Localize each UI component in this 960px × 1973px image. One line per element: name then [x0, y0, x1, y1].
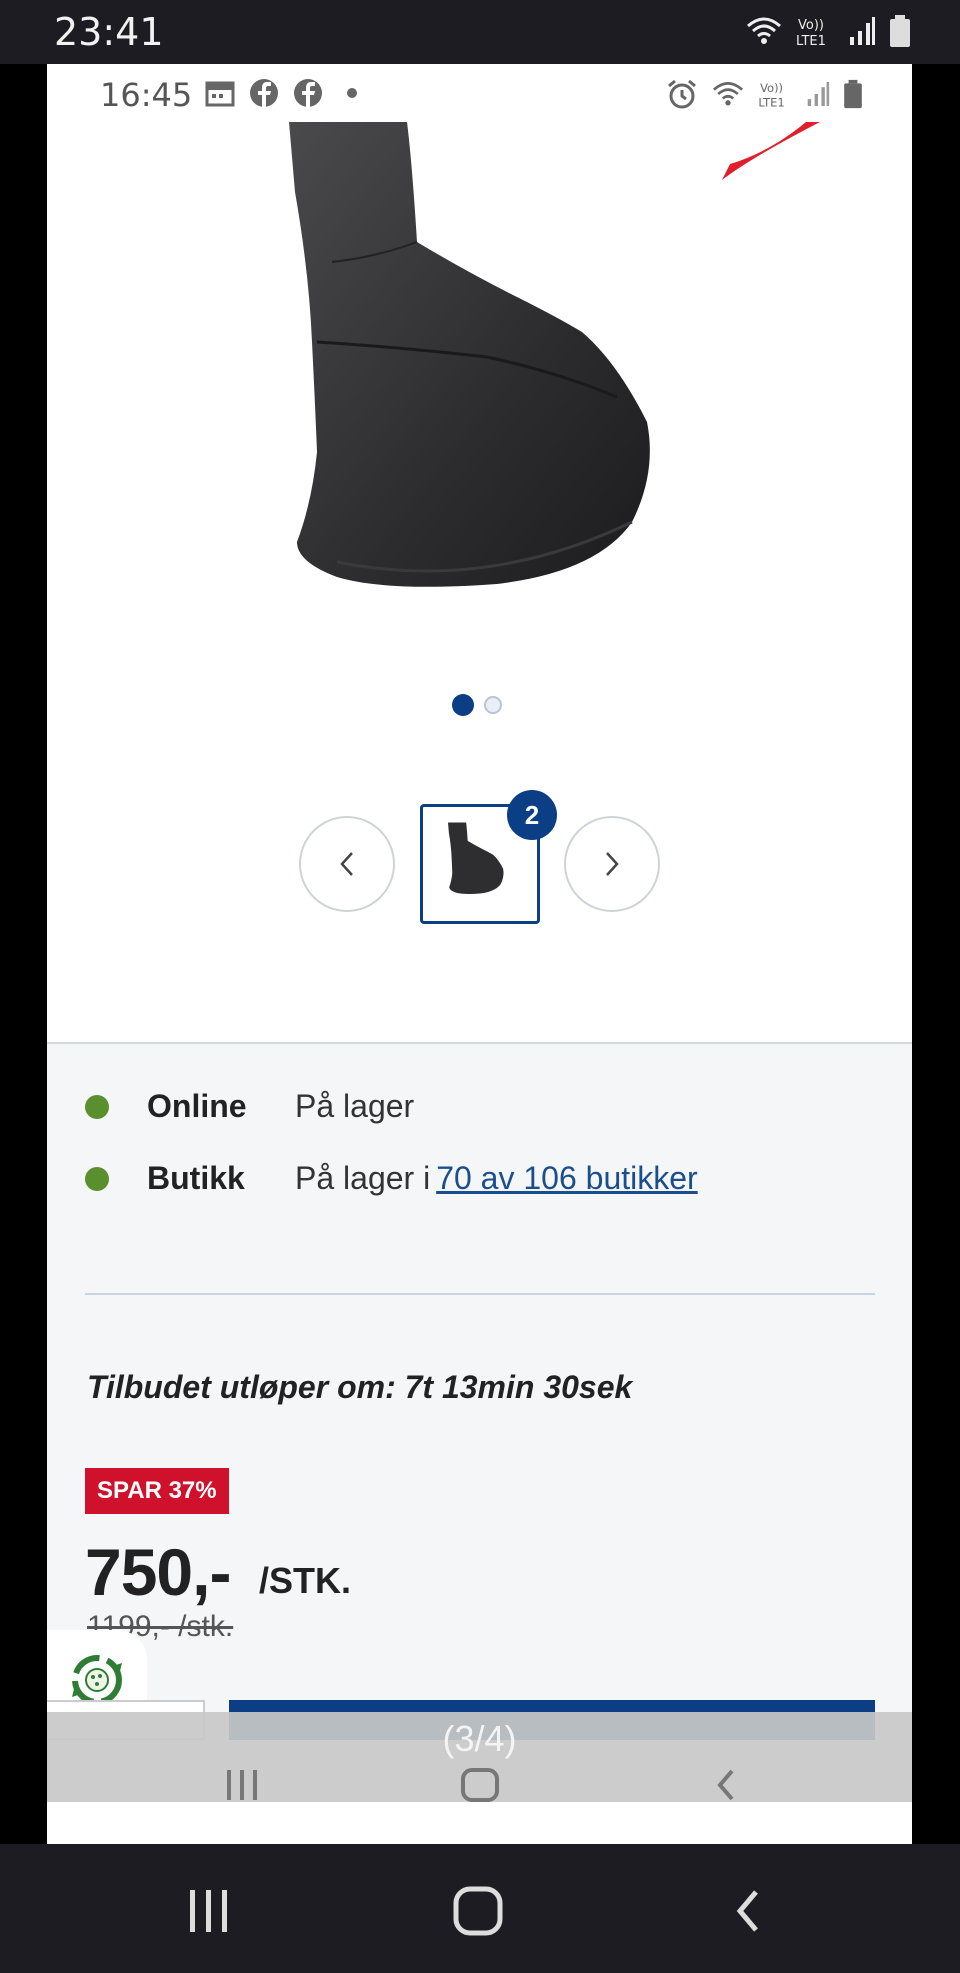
facebook-icon: [250, 79, 278, 107]
signal-icon: [807, 82, 830, 106]
home-icon[interactable]: [453, 1886, 503, 1936]
stock-label-store: Butikk: [147, 1160, 245, 1196]
offer-countdown: Tilbudet utløper om: 7t 13min 30sek: [87, 1369, 633, 1405]
svg-text:Vo)): Vo)): [760, 81, 783, 95]
calendar-icon: [205, 81, 235, 107]
inner-status-icons: Vo)) LTE1: [666, 78, 864, 110]
carousel-dots: [452, 694, 502, 716]
thumbnail-count-badge: 2: [507, 790, 557, 840]
stock-status-dot: [85, 1166, 109, 1191]
dot-icon: [347, 88, 357, 98]
current-price: 750,-: [85, 1535, 231, 1609]
inner-navigation-bar: [47, 1768, 912, 1802]
recents-icon[interactable]: [223, 1768, 263, 1802]
carousel-dot-2[interactable]: [484, 696, 502, 714]
outer-status-icons: Vo)) LTE1: [744, 14, 912, 48]
stock-status-online: På lager: [295, 1088, 415, 1124]
carousel-dot-1[interactable]: [452, 694, 474, 716]
outer-navigation-bar: [0, 1844, 960, 1973]
back-icon[interactable]: [730, 1888, 766, 1934]
svg-text:LTE1: LTE1: [758, 95, 784, 109]
info-divider: [85, 1293, 875, 1295]
volte-icon: Vo))LTE1: [796, 18, 826, 48]
screen-right-border: [912, 64, 960, 1844]
stock-row-online: Online På lager: [85, 1088, 414, 1125]
inner-status-bar: 16:45 Vo)) LTE1: [47, 64, 912, 122]
chevron-left-icon: [340, 852, 353, 876]
wifi-icon: [713, 82, 743, 106]
back-icon[interactable]: [712, 1768, 742, 1802]
chevron-right-icon: [606, 852, 619, 876]
svg-text:LTE1: LTE1: [796, 34, 826, 48]
product-info-panel: [47, 1042, 912, 1802]
inner-status-notifications: [205, 78, 367, 108]
stock-status-dot: [85, 1094, 109, 1119]
home-icon[interactable]: [460, 1768, 500, 1802]
volte-icon: Vo))LTE1: [758, 81, 784, 109]
inner-screenshot: 16:45 Vo)) LTE1 2 Online På lager Butikk…: [47, 64, 912, 1844]
image-viewer-overlay: (3/4): [47, 1712, 912, 1802]
screen-left-border: [0, 64, 47, 1844]
image-counter: (3/4): [442, 1718, 517, 1759]
inner-status-time: 16:45: [100, 76, 193, 114]
facebook-icon: [294, 79, 322, 107]
svg-text:Vo)): Vo)): [798, 18, 824, 33]
thumbnail-bean-bag: [448, 822, 504, 894]
thumbnail-next-button[interactable]: [564, 816, 660, 912]
price-unit: /STK.: [259, 1560, 352, 1601]
store-availability-link[interactable]: 70 av 106 butikker: [436, 1160, 698, 1197]
thumbnail-prev-button[interactable]: [299, 816, 395, 912]
product-image[interactable]: [237, 122, 757, 662]
stock-row-store: Butikk På lager i 70 av 106 butikker: [85, 1160, 698, 1197]
signal-icon: [850, 17, 875, 45]
wifi-icon: [747, 17, 781, 44]
stock-status-store: På lager i: [295, 1160, 431, 1196]
battery-icon: [844, 79, 862, 109]
outer-status-time: 23:41: [54, 10, 164, 54]
stock-label-online: Online: [147, 1088, 247, 1124]
recents-icon[interactable]: [186, 1888, 232, 1934]
save-badge: SPAR 37%: [85, 1468, 229, 1514]
battery-icon: [890, 15, 910, 47]
outer-status-bar: 23:41 Vo)) LTE1: [0, 0, 960, 64]
alarm-icon: [668, 79, 696, 109]
